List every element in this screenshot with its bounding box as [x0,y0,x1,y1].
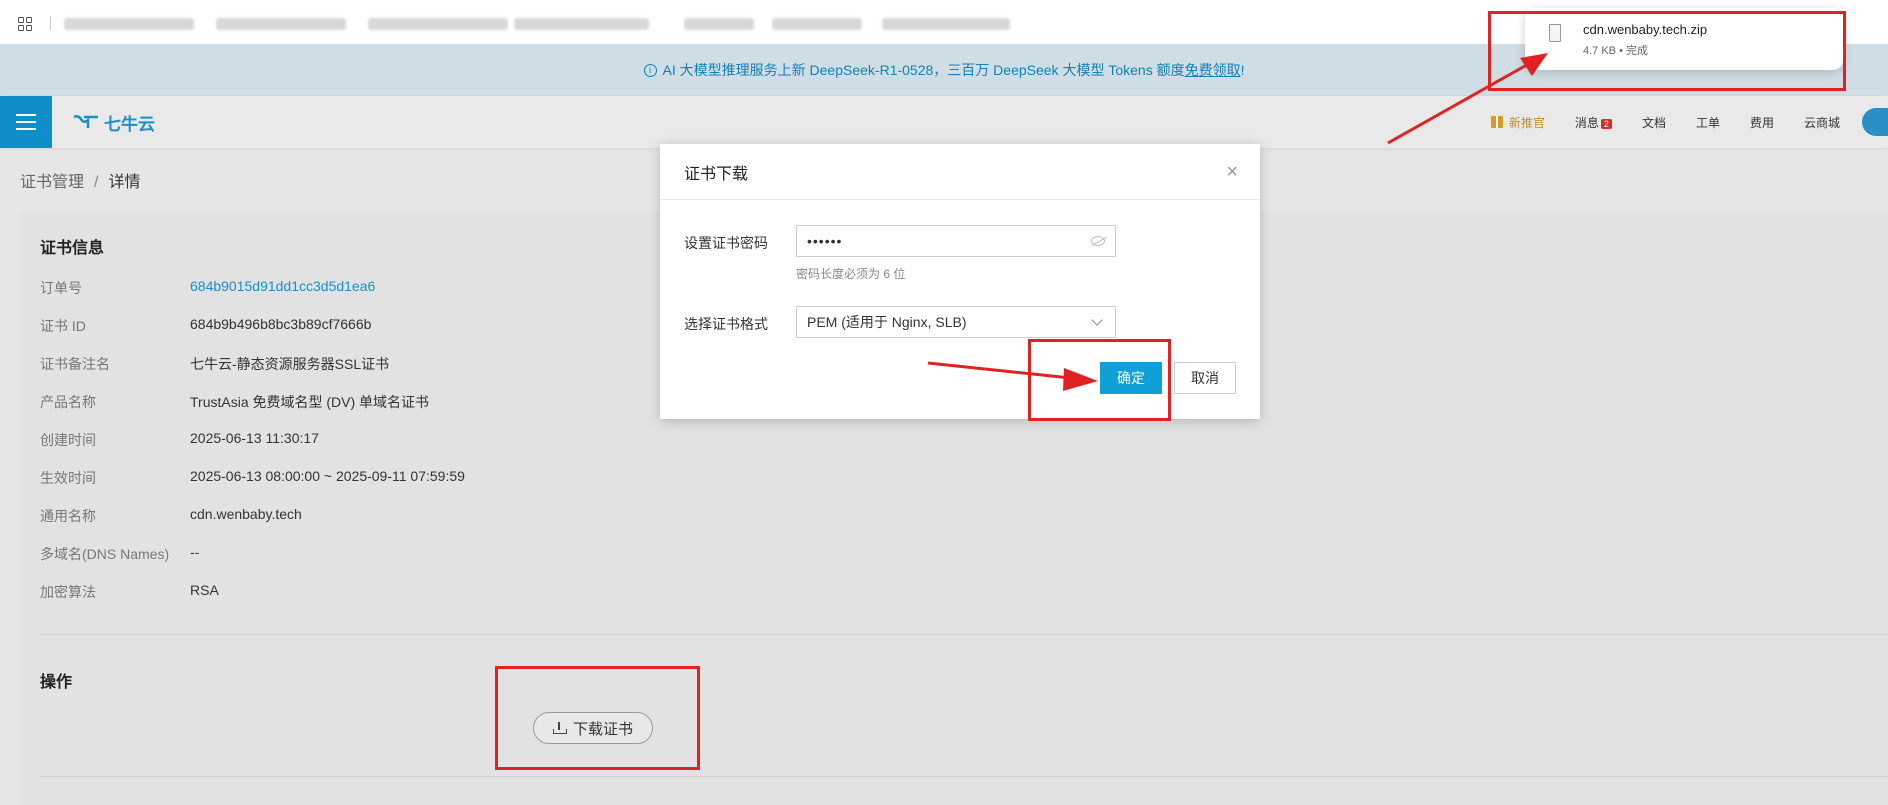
info-icon: i [643,63,657,77]
nav-promo-label: 新推官 [1508,115,1545,130]
chevron-down-icon [1091,314,1103,326]
bookmark-item-blurred[interactable] [514,18,649,30]
info-row-product-name: 产品名称 TrustAsia 免费域名型 (DV) 单域名证书 [40,392,429,412]
nav-messages-link[interactable]: 消息 2 [1575,114,1612,131]
password-hint: 密码长度必须为 6 位 [796,267,906,281]
info-key: 多域名(DNS Names) [40,546,170,562]
bookmark-item-blurred[interactable] [684,18,754,30]
top-navigation: 七牛云 新推官 消息 2 文档 工单 费用 云商城 [0,96,1888,148]
avatar[interactable] [1862,108,1888,136]
section-divider [40,776,1888,777]
order-id-link[interactable]: 684b9015d91dd1cc3d5d1ea6 [190,278,375,298]
operations-title: 操作 [40,674,73,691]
gift-icon [1490,116,1503,128]
info-value: -- [190,544,200,560]
info-value: 2025-06-13 08:00:00 ~ 2025-09-11 07:59:5… [190,468,465,484]
apps-grid-icon[interactable] [18,17,32,31]
nav-links: 新推官 消息 2 文档 工单 费用 云商城 [1490,96,1840,148]
format-selected-value: PEM (适用于 Nginx, SLB) [807,314,967,330]
password-value: •••••• [807,233,843,249]
info-key: 证书 ID [40,318,86,334]
section-divider [40,634,1888,635]
bookmark-separator [50,16,51,30]
info-value: TrustAsia 免费域名型 (DV) 单域名证书 [190,394,430,410]
banner-text: AI 大模型推理服务上新 DeepSeek-R1-0528，三百万 DeepSe… [662,62,1185,78]
modal-header: 证书下载 × [660,144,1260,200]
nav-mall-link[interactable]: 云商城 [1804,114,1840,131]
messages-badge: 2 [1600,118,1612,129]
info-row-valid-time: 生效时间 2025-06-13 08:00:00 ~ 2025-09-11 07… [40,468,465,488]
info-value: 684b9b496b8bc3b89cf7666b [190,316,372,332]
annotation-box-confirm [1028,339,1171,421]
breadcrumb-current: 详情 [108,174,141,191]
annotation-box-download-popup [1488,11,1846,91]
nav-tickets-link[interactable]: 工单 [1696,114,1720,131]
info-row-remark-name: 证书备注名 七牛云-静态资源服务器SSL证书 [40,354,389,374]
qiniu-logo-icon [73,114,98,128]
cancel-button[interactable]: 取消 [1174,362,1236,394]
info-value: RSA [190,582,219,598]
bookmark-item-blurred[interactable] [368,18,508,30]
info-row-common-name: 通用名称 cdn.wenbaby.tech [40,506,302,526]
bookmark-item-blurred[interactable] [772,18,862,30]
info-key: 加密算法 [40,584,96,600]
logo-text: 七牛云 [104,115,155,134]
info-key: 订单号 [40,280,82,296]
info-value: 2025-06-13 11:30:17 [190,430,319,446]
nav-promo-link[interactable]: 新推官 [1490,114,1545,131]
info-key: 产品名称 [40,394,96,410]
breadcrumb-parent[interactable]: 证书管理 [20,174,84,191]
info-row-cert-id: 证书 ID 684b9b496b8bc3b89cf7666b [40,316,371,336]
info-value: 七牛云-静态资源服务器SSL证书 [190,356,390,372]
nav-messages-label: 消息 [1574,115,1599,130]
annotation-box-download-button [495,666,700,770]
breadcrumb-separator: / [94,174,99,191]
info-key: 创建时间 [40,432,96,448]
cert-format-select[interactable]: PEM (适用于 Nginx, SLB) [796,306,1116,338]
modal-title: 证书下载 [684,165,749,183]
eye-hidden-icon[interactable] [1091,236,1105,246]
banner-free-claim-link[interactable]: 免费领取 [1185,60,1241,80]
nav-docs-link[interactable]: 文档 [1642,114,1666,131]
info-key: 生效时间 [40,470,96,486]
info-row-order-id: 订单号 684b9015d91dd1cc3d5d1ea6 [40,278,375,298]
qiniu-logo[interactable]: 七牛云 [72,110,155,135]
info-row-algorithm: 加密算法 RSA [40,582,219,602]
nav-billing-link[interactable]: 费用 [1750,114,1774,131]
info-key: 证书备注名 [40,356,110,372]
password-label: 设置证书密码 [684,235,768,251]
format-label: 选择证书格式 [684,316,768,332]
bookmark-item-blurred[interactable] [216,18,346,30]
banner-suffix: ! [1240,62,1245,78]
password-input[interactable]: •••••• [796,225,1116,257]
info-value: cdn.wenbaby.tech [190,506,302,522]
bookmark-item-blurred[interactable] [882,18,1010,30]
hamburger-menu-button[interactable] [0,96,52,148]
cert-info-title: 证书信息 [40,240,105,257]
close-icon[interactable]: × [1226,162,1238,182]
info-key: 通用名称 [40,508,96,524]
bookmark-item-blurred[interactable] [64,18,194,30]
breadcrumb: 证书管理 / 详情 [20,168,140,192]
info-row-dns-names: 多域名(DNS Names) -- [40,544,199,564]
info-row-created-time: 创建时间 2025-06-13 11:30:17 [40,430,319,450]
